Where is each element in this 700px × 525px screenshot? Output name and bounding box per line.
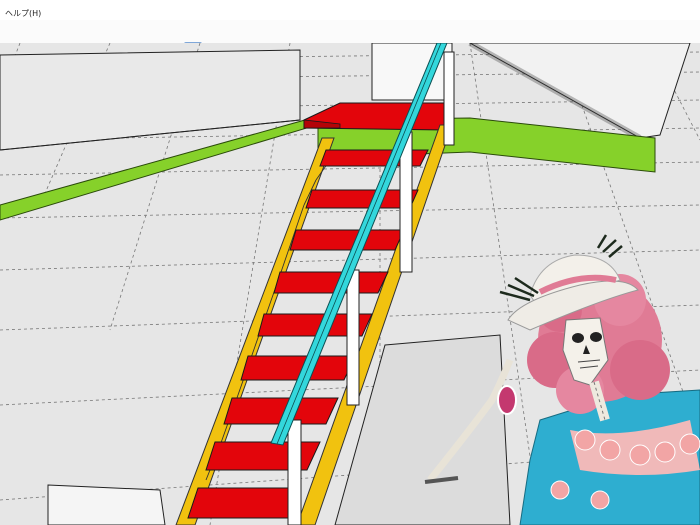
menu-help[interactable]: ヘルプ(H)	[5, 10, 41, 18]
model-scene	[0, 43, 700, 525]
toolbar	[0, 20, 700, 60]
post-middle	[346, 269, 360, 406]
figurine-bracelet	[497, 385, 517, 415]
sketchup-window: ヘルプ(H)	[0, 0, 700, 525]
tread	[289, 229, 405, 251]
tread	[205, 441, 321, 471]
tread	[187, 487, 301, 519]
tread	[240, 355, 356, 381]
3d-viewport[interactable]	[0, 43, 700, 525]
tread	[273, 271, 389, 294]
bottom-left-block	[47, 484, 166, 525]
menu-bar: ヘルプ(H)	[0, 0, 700, 20]
post-top	[443, 51, 455, 146]
post-bottom	[287, 419, 302, 525]
